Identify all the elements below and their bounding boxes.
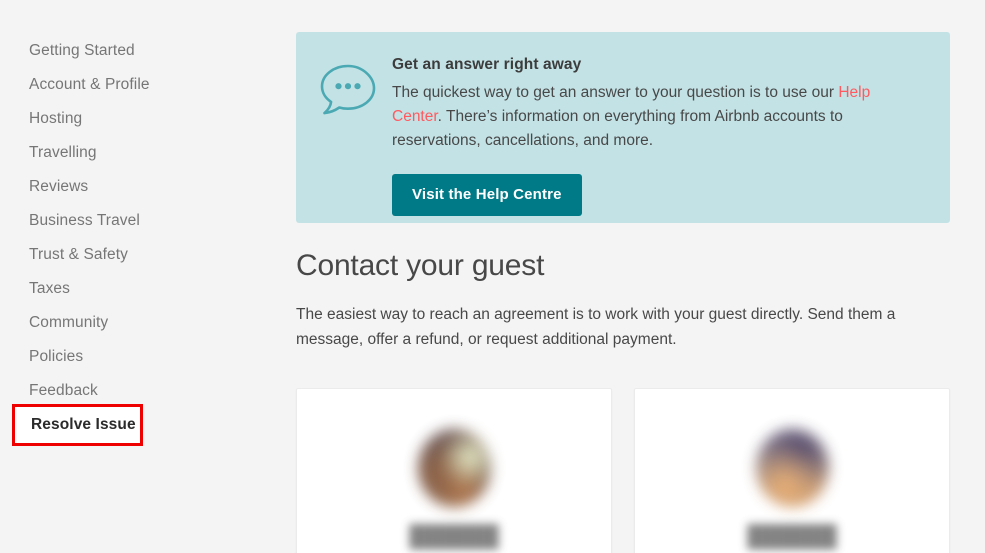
banner-text-after-link: . There’s information on everything from… [392,108,843,149]
resolve-issue-highlight-box: Resolve Issue [12,404,143,446]
sidebar-item-reviews[interactable]: Reviews [0,170,296,204]
sidebar-item-community[interactable]: Community [0,306,296,340]
page-description: The easiest way to reach an agreement is… [296,302,928,352]
banner-description: The quickest way to get an answer to you… [392,81,902,153]
sidebar-item-hosting[interactable]: Hosting [0,102,296,136]
banner-title: Get an answer right away [392,56,926,74]
guest-card[interactable]: ██████ [634,388,950,553]
speech-bubble-dots-icon [318,54,392,223]
guest-name: ██████ [409,525,498,549]
sidebar-item-getting-started[interactable]: Getting Started [0,34,296,68]
sidebar-item-business-travel[interactable]: Business Travel [0,204,296,238]
help-center-page: Getting Started Account & Profile Hostin… [0,0,985,553]
banner-text-before-link: The quickest way to get an answer to you… [392,84,838,101]
guest-name: ██████ [747,525,836,549]
guest-avatar [756,429,829,507]
sidebar-item-taxes[interactable]: Taxes [0,272,296,306]
guest-avatar [418,429,491,507]
sidebar-item-resolve-issue[interactable]: Resolve Issue [15,407,140,443]
guest-card[interactable]: ██████ [296,388,612,553]
help-banner: Get an answer right away The quickest wa… [296,32,950,223]
sidebar-item-account-profile[interactable]: Account & Profile [0,68,296,102]
sidebar-item-feedback[interactable]: Feedback [0,374,296,408]
sidebar-item-trust-safety[interactable]: Trust & Safety [0,238,296,272]
sidebar-nav: Getting Started Account & Profile Hostin… [0,0,296,553]
page-title: Contact your guest [296,249,544,283]
banner-body: Get an answer right away The quickest wa… [392,54,926,223]
sidebar-item-policies[interactable]: Policies [0,340,296,374]
sidebar-item-travelling[interactable]: Travelling [0,136,296,170]
main-content: Get an answer right away The quickest wa… [296,0,985,553]
guest-card-list: ██████ ██████ [296,388,950,553]
visit-help-centre-button[interactable]: Visit the Help Centre [392,174,582,216]
